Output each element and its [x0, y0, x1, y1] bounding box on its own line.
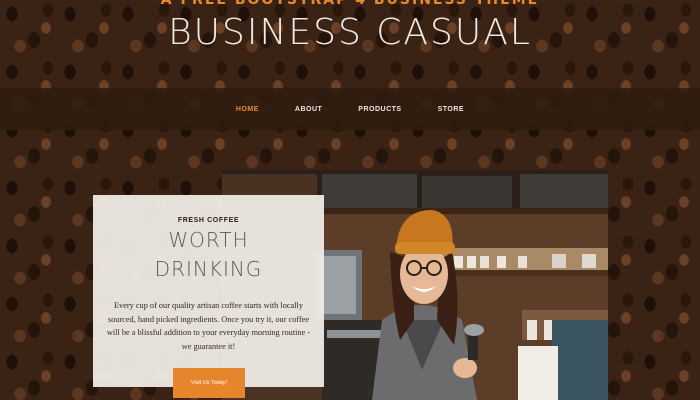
nav-item-home[interactable]: HOME — [218, 106, 277, 113]
intro-title-line2: DRINKING — [154, 257, 263, 281]
site-brand-heading: BUSINESS CASUAL — [168, 12, 532, 53]
visit-us-button[interactable]: Visit Us Today! — [173, 368, 245, 398]
intro-title-line1: WORTH — [168, 228, 249, 252]
nav-item-store[interactable]: STORE — [420, 106, 483, 113]
nav-item-products[interactable]: PRODUCTS — [340, 106, 419, 113]
main-navbar: HOME ABOUT PRODUCTS STORE — [0, 88, 700, 130]
intro-body-text: Every cup of our quality artisan coffee … — [106, 301, 311, 351]
site-tagline: A FREE BOOTSTRAP 4 BUSINESS THEME — [160, 0, 540, 8]
intro-subheading: FRESH COFFEE — [177, 217, 240, 224]
intro-card: FRESH COFFEE WORTH DRINKING Every cup of… — [93, 195, 324, 398]
nav-item-about[interactable]: ABOUT — [277, 106, 340, 113]
